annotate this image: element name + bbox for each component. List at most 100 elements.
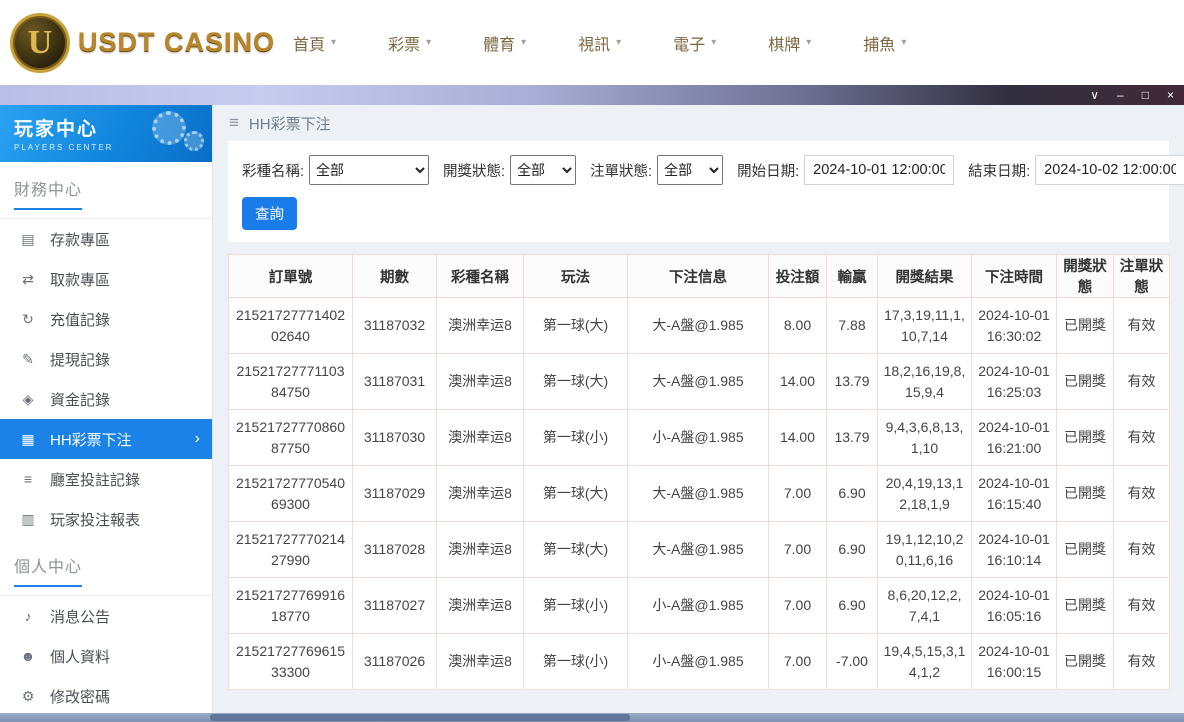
order-status-select[interactable]: 全部: [657, 155, 723, 185]
table-cell: 13.79: [827, 410, 878, 466]
nav-item-電子[interactable]: 電子▾: [673, 31, 716, 55]
filter-start-date-group: 開始日期:: [737, 155, 954, 185]
sidebar-item-修改密碼[interactable]: ⚙修改密碼: [0, 676, 212, 716]
table-cell: 2024-10-01 16:25:03: [972, 354, 1057, 410]
table-cell: 19,4,5,15,3,14,1,2: [878, 634, 972, 690]
sidebar-item-label: 資金記錄: [50, 389, 110, 410]
filter-order-status-group: 注單狀態: 全部: [590, 155, 723, 185]
nav-item-視訊[interactable]: 視訊 ▾: [578, 31, 621, 55]
window-restore-icon[interactable]: ∨: [1090, 89, 1099, 101]
table-cell: 9,4,3,6,8,13,1,10: [878, 410, 972, 466]
draw-status-select[interactable]: 全部: [510, 155, 576, 185]
announcement-icon: ♪: [20, 608, 36, 624]
nav-item-label: 捕魚: [863, 31, 895, 55]
column-header: 開獎狀態: [1057, 255, 1114, 298]
table-cell: 大-A盤@1.985: [628, 354, 769, 410]
nav-item-體育[interactable]: 體育 ▾: [483, 31, 526, 55]
chevron-down-icon: ▾: [331, 37, 336, 48]
sidebar-item-消息公告[interactable]: ♪消息公告: [0, 596, 212, 636]
filter-lottery-group: 彩種名稱: 全部: [242, 155, 429, 185]
table-cell: 澳洲幸运8: [437, 634, 524, 690]
table-cell: 2152172777054069300: [229, 466, 353, 522]
sidebar-item-充值記錄[interactable]: ↻充值記錄: [0, 299, 212, 339]
search-button[interactable]: 查詢: [242, 197, 297, 230]
hamburger-icon[interactable]: ≡: [229, 113, 239, 133]
sidebar: 玩家中心 PLAYERS CENTER 財務中心▤存款專區⇄取款專區↻充值記錄✎…: [0, 105, 213, 722]
dice-icon: [184, 131, 204, 151]
sidebar-item-label: 充值記錄: [50, 309, 110, 330]
table-cell: 有效: [1114, 634, 1170, 690]
chevron-down-icon: ▾: [901, 37, 906, 48]
filter-order-status-label: 注單狀態:: [590, 160, 652, 181]
window-maximize-icon[interactable]: □: [1142, 89, 1149, 101]
poker-chip-icon: [152, 111, 186, 145]
sidebar-section-title: 財務中心: [0, 176, 212, 219]
filter-start-date-label: 開始日期:: [737, 160, 799, 181]
filter-draw-status-label: 開獎狀態:: [443, 160, 505, 181]
filter-end-date-group: 結束日期:: [968, 155, 1184, 185]
sidebar-item-HH彩票下注[interactable]: ▦HH彩票下注›: [0, 419, 212, 459]
nav-item-捕魚[interactable]: 捕魚 ▾: [863, 31, 906, 55]
table-cell: 有效: [1114, 354, 1170, 410]
table-cell: 小-A盤@1.985: [628, 634, 769, 690]
column-header: 期數: [353, 255, 437, 298]
nav-item-彩票[interactable]: 彩票▾: [388, 31, 431, 55]
column-header: 彩種名稱: [437, 255, 524, 298]
table-cell: 13.79: [827, 354, 878, 410]
column-header: 注單狀態: [1114, 255, 1170, 298]
logo: U USDT CASINO: [0, 13, 275, 73]
chevron-down-icon: ▾: [521, 37, 526, 48]
nav-item-首頁[interactable]: 首頁▾: [293, 31, 336, 55]
nav-item-棋牌[interactable]: 棋牌▾: [768, 31, 811, 55]
scrollbar-thumb[interactable]: [210, 714, 630, 721]
table-cell: 8.00: [769, 298, 827, 354]
table-cell: 6.90: [827, 522, 878, 578]
sidebar-item-取款專區[interactable]: ⇄取款專區: [0, 259, 212, 299]
column-header: 下注時間: [972, 255, 1057, 298]
nav-item-label: 彩票: [388, 31, 420, 55]
main-nav: 首頁▾彩票▾體育▾視訊▾電子▾棋牌▾捕魚▾: [293, 31, 906, 55]
table-cell: 2024-10-01 16:05:16: [972, 578, 1057, 634]
table-cell: 31187029: [353, 466, 437, 522]
table-cell: 小-A盤@1.985: [628, 410, 769, 466]
table-cell: 澳洲幸运8: [437, 578, 524, 634]
horizontal-scrollbar[interactable]: [0, 713, 1184, 722]
sidebar-item-玩家投注報表[interactable]: ▥玩家投注報表: [0, 499, 212, 539]
table-cell: 2152172776991618770: [229, 578, 353, 634]
filter-end-date-label: 結束日期:: [968, 160, 1030, 181]
table-cell: 31187026: [353, 634, 437, 690]
chevron-down-icon: ▾: [616, 37, 621, 48]
nav-item-label: 視訊: [578, 31, 610, 55]
table-cell: 已開獎: [1057, 522, 1114, 578]
table-cell: 澳洲幸运8: [437, 298, 524, 354]
window-titlebar: ∨ – □ ×: [0, 85, 1184, 105]
table-cell: 6.90: [827, 466, 878, 522]
start-date-input[interactable]: [804, 155, 954, 185]
table-cell: 小-A盤@1.985: [628, 578, 769, 634]
sidebar-item-提現記錄[interactable]: ✎提現記錄: [0, 339, 212, 379]
table-cell: 2024-10-01 16:30:02: [972, 298, 1057, 354]
lottery-bet-icon: ▦: [20, 431, 36, 448]
table-cell: 31187028: [353, 522, 437, 578]
breadcrumb: ≡ HH彩票下注: [213, 105, 1184, 141]
sidebar-item-個人資料[interactable]: ☻個人資料: [0, 636, 212, 676]
table-cell: 14.00: [769, 410, 827, 466]
lottery-select[interactable]: 全部: [309, 155, 429, 185]
withdrawal-record-icon: ✎: [20, 351, 36, 368]
sidebar-item-存款專區[interactable]: ▤存款專區: [0, 219, 212, 259]
table-row: 215217277708608775031187030澳洲幸运8第一球(小)小-…: [229, 410, 1170, 466]
column-header: 玩法: [524, 255, 628, 298]
table-row: 215217277702142799031187028澳洲幸运8第一球(大)大-…: [229, 522, 1170, 578]
window-close-icon[interactable]: ×: [1167, 89, 1174, 101]
sidebar-item-資金記錄[interactable]: ◈資金記錄: [0, 379, 212, 419]
table-cell: 第一球(小): [524, 578, 628, 634]
nav-item-label: 體育: [483, 31, 515, 55]
window-minimize-icon[interactable]: –: [1117, 89, 1124, 101]
table-cell: 7.88: [827, 298, 878, 354]
logo-text: USDT CASINO: [78, 27, 275, 58]
nav-item-label: 棋牌: [768, 31, 800, 55]
table-cell: 2152172777140202640: [229, 298, 353, 354]
sidebar-item-廳室投註記錄[interactable]: ≡廳室投註記錄: [0, 459, 212, 499]
end-date-input[interactable]: [1035, 155, 1184, 185]
table-cell: 第一球(小): [524, 634, 628, 690]
